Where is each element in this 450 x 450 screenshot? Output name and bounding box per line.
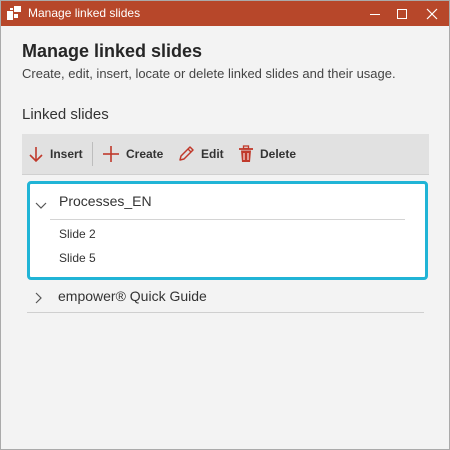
window-title: Manage linked slides [28,6,141,20]
page-subtitle: Create, edit, insert, locate or delete l… [22,66,396,81]
chevron-down-icon[interactable] [35,197,47,215]
slide-item[interactable]: Slide 5 [59,251,96,265]
chevron-right-icon[interactable] [35,291,43,309]
pencil-icon [179,146,194,161]
page-title: Manage linked slides [22,41,203,61]
group-divider [50,219,405,220]
group-label-processes: Processes_EN [59,193,152,209]
insert-label: Insert [50,147,83,161]
linked-slides-app-icon [7,6,21,20]
slide-item[interactable]: Slide 2 [59,227,96,241]
linked-slides-group-quick-guide[interactable]: empower® Quick Guide [27,284,424,313]
minimize-icon [370,13,380,15]
group-label-quick-guide: empower® Quick Guide [58,288,207,304]
create-label: Create [126,147,164,161]
toolbar: Insert Create Edit Delete [22,134,429,175]
title-bar[interactable]: Manage linked slides [1,1,449,26]
maximize-button[interactable] [385,1,419,26]
linked-slides-section-label: Linked slides [22,106,109,123]
group-header-processes[interactable]: Processes_EN [30,189,425,215]
edit-label: Edit [201,147,224,161]
delete-label: Delete [260,147,297,161]
delete-button[interactable]: Delete [238,134,296,174]
close-icon [426,8,438,19]
trash-icon [239,145,253,162]
close-button[interactable] [415,1,449,26]
insert-button[interactable]: Insert [28,134,83,174]
manage-linked-slides-window: Manage linked slides Manage linked slide… [0,0,450,450]
maximize-icon [397,8,407,19]
toolbar-separator [92,142,93,166]
edit-button[interactable]: Edit [177,134,224,174]
plus-icon [103,146,119,162]
linked-slides-group-processes[interactable]: Processes_EN Slide 2 Slide 5 [27,181,428,280]
create-button[interactable]: Create [102,134,163,174]
arrow-down-icon [29,147,43,163]
